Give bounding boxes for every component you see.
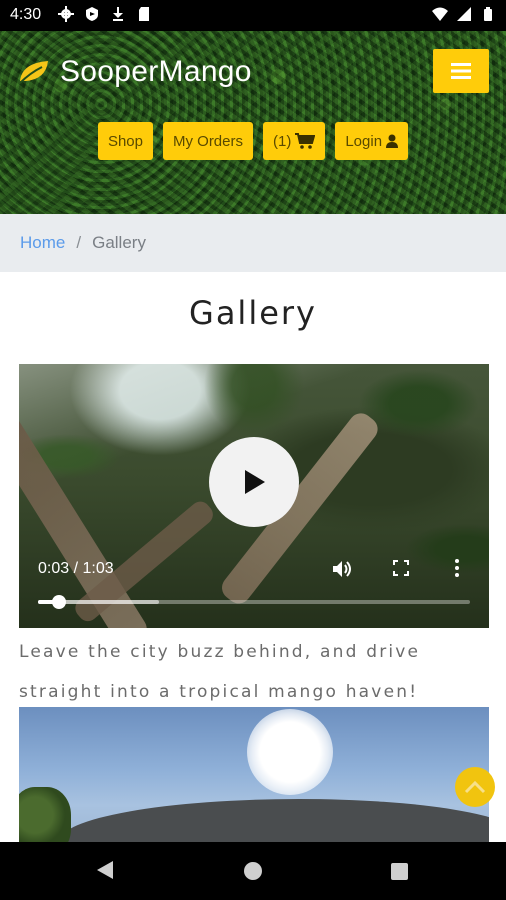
status-bar: 4:30	[0, 0, 506, 31]
home-icon[interactable]	[244, 862, 262, 880]
brand[interactable]: SooperMango	[18, 55, 252, 89]
download-icon	[113, 7, 123, 21]
volume-icon[interactable]	[332, 559, 354, 579]
main-nav: Shop My Orders (1) Login	[0, 122, 506, 160]
cart-count: (1)	[273, 132, 292, 150]
settings-icon	[58, 6, 74, 22]
breadcrumb-home[interactable]: Home	[20, 233, 65, 253]
user-icon	[386, 134, 399, 148]
video-player[interactable]: 0:03 / 1:03	[19, 364, 489, 628]
cart-button[interactable]: (1)	[263, 122, 326, 160]
recents-icon[interactable]	[391, 863, 408, 880]
breadcrumb: Home / Gallery	[0, 214, 506, 272]
back-icon[interactable]	[96, 860, 114, 880]
brand-name: SooperMango	[60, 55, 252, 88]
breadcrumb-separator: /	[76, 233, 82, 252]
wifi-icon	[432, 7, 448, 21]
my-orders-button[interactable]: My Orders	[162, 122, 253, 160]
page-title: Gallery	[189, 294, 317, 332]
photo-tree	[19, 787, 71, 847]
sd-card-icon	[139, 7, 149, 21]
play-icon	[245, 470, 265, 494]
gallery-photo[interactable]	[19, 707, 489, 847]
video-caption: Leave the city buzz behind, and drive st…	[19, 642, 421, 702]
more-vert-icon[interactable]	[453, 558, 461, 578]
shop-label: Shop	[107, 132, 143, 150]
play-button[interactable]	[209, 437, 299, 527]
status-time: 4:30	[10, 6, 42, 23]
my-orders-label: My Orders	[172, 132, 243, 150]
photo-sun	[247, 709, 333, 795]
login-label: Login	[345, 132, 383, 150]
signal-icon	[457, 7, 471, 21]
cart-icon	[295, 133, 316, 149]
video-seek-thumb[interactable]	[51, 595, 66, 609]
chevron-up-icon	[464, 780, 486, 794]
video-time: 0:03 / 1:03	[38, 560, 114, 577]
photo-hill	[59, 799, 489, 847]
shield-icon	[86, 7, 98, 21]
menu-button[interactable]	[433, 49, 489, 93]
site-header: SooperMango Shop My Orders (1) Login	[0, 31, 506, 214]
fullscreen-icon[interactable]	[393, 560, 409, 576]
scroll-to-top-button[interactable]	[455, 767, 495, 807]
system-nav-bar	[0, 842, 506, 900]
leaf-icon	[19, 61, 48, 84]
status-icons-left	[58, 6, 152, 22]
breadcrumb-current: Gallery	[92, 233, 146, 252]
hamburger-icon	[451, 63, 471, 79]
login-button[interactable]: Login	[335, 122, 409, 160]
status-icons-right	[432, 6, 496, 22]
shop-button[interactable]: Shop	[97, 122, 153, 160]
battery-icon	[484, 7, 492, 21]
video-seekbar[interactable]	[38, 595, 470, 609]
